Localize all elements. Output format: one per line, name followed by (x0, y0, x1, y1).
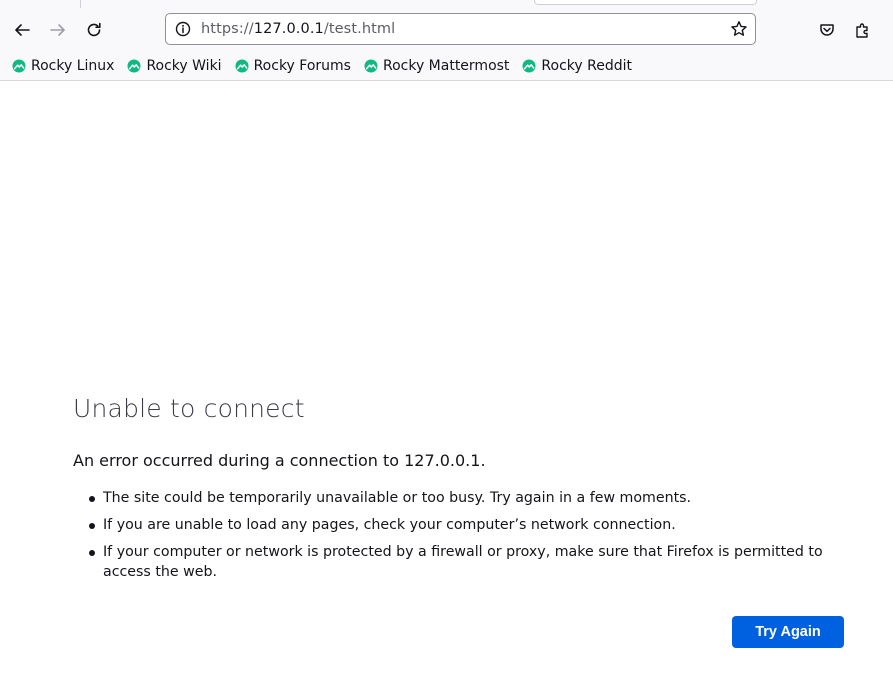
bookmark-rocky-mattermost[interactable]: Rocky Mattermost (360, 54, 513, 78)
star-icon[interactable] (729, 19, 749, 39)
navigation-toolbar: https://127.0.0.1/test.html (0, 8, 893, 52)
error-title: Unable to connect (73, 394, 305, 423)
bookmarks-toolbar: Rocky Linux Rocky Wiki Rocky Forums Rock… (0, 52, 893, 80)
rocky-logo-icon (235, 59, 249, 73)
bookmark-rocky-reddit[interactable]: Rocky Reddit (518, 54, 636, 78)
bullet-icon (89, 550, 95, 556)
rocky-logo-icon (127, 59, 141, 73)
list-item-text: The site could be temporarily unavailabl… (103, 490, 692, 506)
pocket-button[interactable] (812, 15, 842, 45)
bookmark-label: Rocky Forums (253, 58, 351, 74)
url-path: /test.html (323, 21, 396, 37)
bookmark-label: Rocky Reddit (541, 58, 632, 74)
bullet-icon (89, 496, 95, 502)
list-item: If you are unable to load any pages, che… (88, 515, 858, 535)
bookmark-label: Rocky Mattermost (382, 58, 510, 74)
bullet-icon (89, 523, 95, 529)
list-item: If your computer or network is protected… (88, 542, 858, 582)
extensions-button[interactable] (848, 15, 878, 45)
arrow-right-icon (50, 24, 65, 36)
url-bar[interactable]: https://127.0.0.1/test.html (165, 13, 756, 45)
url-host: 127.0.0.1 (253, 21, 324, 37)
try-again-button[interactable]: Try Again (732, 616, 844, 648)
page-content: Unable to connect An error occurred duri… (0, 81, 893, 699)
bookmark-rocky-linux[interactable]: Rocky Linux (8, 54, 118, 78)
reload-icon (87, 22, 101, 37)
bookmark-label: Rocky Linux (31, 58, 115, 74)
rocky-logo-icon (522, 59, 536, 73)
puzzle-icon (856, 23, 868, 38)
browser-chrome: https://127.0.0.1/test.html Rocky Linux … (0, 0, 893, 81)
list-item-text: If you are unable to load any pages, che… (103, 517, 676, 533)
bookmark-label: Rocky Wiki (146, 58, 222, 74)
bookmark-rocky-forums[interactable]: Rocky Forums (231, 54, 355, 78)
reload-button[interactable] (79, 15, 109, 45)
info-icon[interactable] (173, 19, 193, 39)
tab-strip (0, 0, 893, 8)
url-text[interactable]: https://127.0.0.1/test.html (201, 21, 395, 37)
forward-button[interactable] (43, 15, 73, 45)
tab-separator (80, 0, 81, 8)
list-item: The site could be temporarily unavailabl… (88, 488, 858, 508)
back-button[interactable] (7, 15, 37, 45)
tab-edge[interactable] (534, 0, 757, 5)
url-scheme: https:// (201, 21, 254, 37)
error-description: An error occurred during a connection to… (73, 451, 486, 470)
arrow-left-icon (15, 24, 30, 36)
error-suggestions: The site could be temporarily unavailabl… (88, 488, 858, 589)
bookmark-rocky-wiki[interactable]: Rocky Wiki (123, 54, 225, 78)
rocky-logo-icon (12, 59, 26, 73)
rocky-logo-icon (364, 59, 378, 73)
pocket-icon (820, 24, 834, 36)
list-item-text: If your computer or network is protected… (103, 544, 823, 580)
